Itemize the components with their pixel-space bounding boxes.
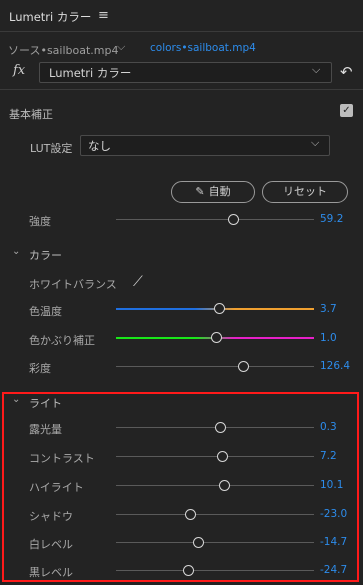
whites-slider-handle[interactable] [193,537,204,548]
whites-value[interactable]: -14.7 [320,536,347,548]
contrast-label: コントラスト [29,452,95,465]
chevron-down-icon[interactable]: ⌵ [117,40,125,54]
effect-select-label: Lumetri カラー [49,66,132,80]
section-basic-label[interactable]: 基本補正 [9,106,53,122]
intensity-value[interactable]: 59.2 [320,213,343,225]
temperature-label: 色温度 [29,305,62,318]
section-light-label[interactable]: ライト [29,395,62,411]
blacks-slider-handle[interactable] [183,565,194,576]
lut-select[interactable] [80,135,330,156]
tint-value[interactable]: 1.0 [320,332,337,344]
auto-button[interactable]: ✎ 自動 [171,181,255,203]
temperature-slider-handle[interactable] [214,303,225,314]
eyedropper-icon[interactable]: ⟋ [133,274,143,290]
reset-effect-icon[interactable]: ↶ [340,63,353,81]
blacks-slider-track[interactable] [116,570,314,571]
blacks-label: 黒レベル [29,566,73,579]
collapse-chevron-icon[interactable]: ⌄ [12,394,20,405]
intensity-label: 強度 [29,215,51,228]
shadows-slider-track[interactable] [116,514,314,515]
whites-label: 白レベル [29,538,73,551]
auto-button-label: 自動 [208,185,231,198]
tint-label: 色かぶり補正 [29,334,95,347]
contrast-slider-track[interactable] [116,456,314,457]
lut-label: LUT設定 [30,142,73,155]
panel-menu-icon[interactable]: ≡ [98,8,109,23]
magic-wand-icon: ✎ [195,185,205,198]
contrast-slider-handle[interactable] [217,451,228,462]
chevron-down-icon[interactable]: ⌵ [311,136,319,150]
lut-select-label: なし [88,139,111,153]
highlights-label: ハイライト [29,481,84,494]
saturation-label: 彩度 [29,362,51,375]
blacks-value[interactable]: -24.7 [320,564,347,576]
effect-divider [0,89,363,90]
highlights-value[interactable]: 10.1 [320,479,343,491]
temperature-value[interactable]: 3.7 [320,303,337,315]
shadows-slider-handle[interactable] [185,509,196,520]
basic-enable-checkbox[interactable]: ✓ [340,104,353,117]
saturation-value[interactable]: 126.4 [320,360,350,372]
clip-name[interactable]: colors•sailboat.mp4 [150,42,256,54]
highlights-slider-handle[interactable] [219,480,230,491]
fx-icon[interactable]: fx [13,63,25,78]
saturation-slider-handle[interactable] [238,361,249,372]
exposure-label: 露光量 [29,423,62,436]
reset-button[interactable]: リセット [262,181,348,203]
tint-slider-handle[interactable] [211,332,222,343]
white-balance-label: ホワイトバランス [29,278,117,291]
shadows-label: シャドウ [29,510,73,523]
intensity-slider-track[interactable] [116,219,314,220]
exposure-value[interactable]: 0.3 [320,421,337,433]
saturation-slider-track[interactable] [116,366,314,367]
collapse-chevron-icon[interactable]: ⌄ [12,246,20,257]
chevron-down-icon[interactable]: ⌵ [312,63,320,77]
highlights-slider-track[interactable] [116,485,314,486]
whites-slider-track[interactable] [116,542,314,543]
panel-title: Lumetri カラー [9,10,92,24]
header-divider [0,31,363,32]
shadows-value[interactable]: -23.0 [320,508,347,520]
source-name[interactable]: ソース•sailboat.mp4 [8,42,118,58]
section-color-label[interactable]: カラー [29,247,62,263]
intensity-slider-handle[interactable] [228,214,239,225]
exposure-slider-handle[interactable] [215,422,226,433]
contrast-value[interactable]: 7.2 [320,450,337,462]
